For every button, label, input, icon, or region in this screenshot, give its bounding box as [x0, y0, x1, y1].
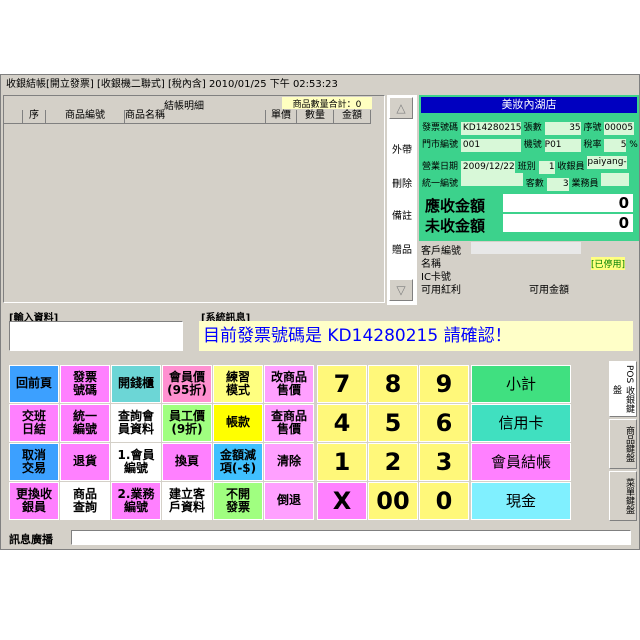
- member-query-button[interactable]: 查詢會 員資料: [111, 404, 161, 442]
- customer-panel: 客戶編號 名稱 [已停用] IC卡號 可用紅利 可用金額: [419, 242, 639, 304]
- member-price-button[interactable]: 會員價 (95折): [162, 365, 212, 403]
- store-row: 門市編號 001 機號 P01 稅率 5 %: [422, 139, 638, 152]
- store-code-value: 001: [460, 139, 521, 152]
- bonus-label: 可用紅利: [421, 285, 461, 296]
- col-price: 單價: [266, 110, 297, 124]
- receivable-label: 應收金額: [425, 197, 486, 215]
- backspace-button[interactable]: 倒退: [264, 482, 314, 520]
- invoice-no-value: KD14280215: [460, 122, 522, 135]
- key-8[interactable]: 8: [368, 365, 418, 403]
- key-6[interactable]: 6: [419, 404, 469, 442]
- unified-no-button[interactable]: 統一 編號: [60, 404, 110, 442]
- input-field[interactable]: [9, 321, 183, 351]
- status-bar: 訊息廣播: [5, 529, 635, 547]
- key-3[interactable]: 3: [419, 443, 469, 481]
- scroll-down-button[interactable]: ▽: [389, 279, 413, 301]
- staff-price-button[interactable]: 員工價 (9折): [162, 404, 212, 442]
- receivable-value: 0: [503, 194, 633, 212]
- practice-mode-button[interactable]: 練習 模式: [213, 365, 263, 403]
- sheets-value: 35: [544, 122, 581, 135]
- detail-grid[interactable]: 結帳明細 商品數量合計：0 序 商品編號 商品名稱 單價 數量 金額: [3, 95, 385, 303]
- key-7[interactable]: 7: [317, 365, 367, 403]
- side-button-strip: △ 外帶 刪除 備註 贈品 ▽: [387, 95, 417, 305]
- col-amount: 金額: [334, 110, 371, 124]
- change-price-button[interactable]: 改商品 售價: [264, 365, 314, 403]
- credit-card-button[interactable]: 信用卡: [471, 404, 571, 442]
- broadcast-label: 訊息廣播: [9, 533, 53, 546]
- key-1[interactable]: 1: [317, 443, 367, 481]
- avail-amount-label: 可用金額: [529, 285, 569, 296]
- tab-strip: POS 收銀鍵盤 商品鍵盤 菜單鍵盤: [609, 361, 637, 523]
- qty-total: 商品數量合計：0: [282, 97, 372, 110]
- key-4[interactable]: 4: [317, 404, 367, 442]
- delete-button[interactable]: 刪除: [387, 177, 417, 193]
- customers-value: 3: [546, 178, 569, 191]
- scroll-up-button[interactable]: △: [389, 97, 413, 119]
- tab-product-keyboard[interactable]: 商品鍵盤: [609, 419, 637, 469]
- col-qty: 數量: [297, 110, 334, 124]
- invoice-no-button[interactable]: 發票 號碼: [60, 365, 110, 403]
- key-9[interactable]: 9: [419, 365, 469, 403]
- gift-button[interactable]: 贈品: [387, 243, 417, 259]
- col-item-no: 商品編號: [46, 110, 125, 124]
- window-title: 收銀結帳[開立發票] [收銀機二聯式] [稅內含] 2010/01/25 下午 …: [6, 79, 338, 90]
- page-switch-button[interactable]: 換頁: [162, 443, 212, 481]
- accounts-button[interactable]: 帳款: [213, 404, 263, 442]
- store-info-panel: 美妝內湖店 發票號碼 KD14280215 張數 35 序號 00005 門市編…: [419, 95, 639, 241]
- tax-value: 5: [604, 139, 627, 152]
- product-query-button[interactable]: 商品 查詢: [60, 482, 110, 520]
- tab-menu-keyboard[interactable]: 菜單鍵盤: [609, 471, 637, 521]
- change-cashier-button[interactable]: 更換收 銀員: [9, 482, 59, 520]
- tab-pos-keyboard[interactable]: POS 收銀鍵盤: [609, 361, 637, 417]
- triangle-down-icon: ▽: [396, 283, 406, 297]
- note-button[interactable]: 備註: [387, 209, 417, 225]
- member-no-button[interactable]: 1.會員 編號: [111, 443, 161, 481]
- col-item-name: 商品名稱: [125, 110, 266, 124]
- shift-close-button[interactable]: 交班 日結: [9, 404, 59, 442]
- disabled-badge: [已停用]: [591, 257, 626, 270]
- key-2[interactable]: 2: [368, 443, 418, 481]
- cust-no-field[interactable]: [471, 242, 581, 254]
- date-row: 營業日期 2009/12/22 班別 1 收銀員 paiyang-hi: [422, 156, 628, 174]
- key-0[interactable]: 0: [419, 482, 469, 520]
- seq-value: 00005: [604, 122, 635, 135]
- query-price-button[interactable]: 查商品 售價: [264, 404, 314, 442]
- staff-value[interactable]: [601, 173, 630, 186]
- open-drawer-button[interactable]: 開錢櫃: [111, 365, 161, 403]
- unified-no-value[interactable]: [460, 173, 523, 186]
- cancel-tx-button[interactable]: 取消 交易: [9, 443, 59, 481]
- cash-button[interactable]: 現金: [471, 482, 571, 520]
- keyboard-panel: 回前頁 發票 號碼 開錢櫃 會員價 (95折) 練習 模式 改商品 售價交班 日結 統一 編…: [5, 361, 609, 523]
- unified-row: 統一編號 客數 3 業務員: [422, 173, 630, 191]
- key-5[interactable]: 5: [368, 404, 418, 442]
- key-x[interactable]: X: [317, 482, 367, 520]
- subtotal-button[interactable]: 小計: [471, 365, 571, 403]
- invoice-row: 發票號碼 KD14280215 張數 35 序號 00005: [422, 122, 635, 135]
- create-customer-button[interactable]: 建立客 戶資料: [162, 482, 212, 520]
- cashier-value: paiyang-hi: [587, 156, 628, 169]
- clear-button[interactable]: 清除: [264, 443, 314, 481]
- sysmsg-text: 目前發票號碼是 KD14280215 請確認！: [199, 321, 633, 351]
- store-name: 美妝內湖店: [421, 97, 637, 113]
- takeout-button[interactable]: 外帶: [387, 143, 417, 159]
- member-checkout-button[interactable]: 會員結帳: [471, 443, 571, 481]
- no-invoice-button[interactable]: 不開 發票: [213, 482, 263, 520]
- grid-header: 結帳明細 商品數量合計：0: [4, 96, 386, 112]
- sales-no-button[interactable]: 2.業務 編號: [111, 482, 161, 520]
- col-seq: 序: [23, 110, 46, 124]
- amount-discount-button[interactable]: 金額減 項(-$): [213, 443, 263, 481]
- return-button[interactable]: 退貨: [60, 443, 110, 481]
- machine-value: P01: [544, 139, 581, 152]
- outstanding-value: 0: [503, 214, 633, 232]
- broadcast-field: [71, 530, 631, 545]
- key-00[interactable]: 00: [368, 482, 418, 520]
- pos-window: 收銀結帳[開立發票] [收銀機二聯式] [稅內含] 2010/01/25 下午 …: [0, 74, 640, 550]
- grid-columns: 序 商品編號 商品名稱 單價 數量 金額: [4, 110, 384, 124]
- triangle-up-icon: △: [396, 101, 406, 115]
- outstanding-label: 未收金額: [425, 217, 486, 235]
- back-button[interactable]: 回前頁: [9, 365, 59, 403]
